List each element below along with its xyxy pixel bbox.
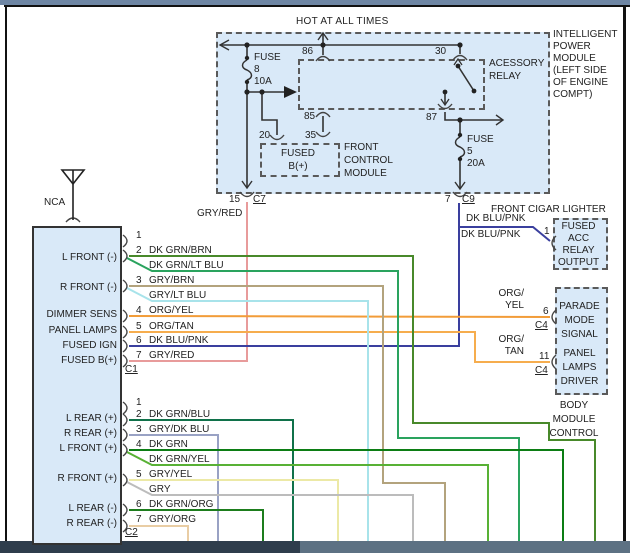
c9-connector-label[interactable]: C9 xyxy=(462,194,475,205)
relay-pin86-label: 86 xyxy=(302,46,313,57)
antenna-label: NCA xyxy=(44,197,65,208)
bcm-c4-label-2[interactable]: C4 xyxy=(535,365,548,376)
fused-b-label: FUSEDB(+) xyxy=(260,147,336,173)
ipm-module-label: INTELLIGENTPOWER MODULE(LEFT SIDE OF ENG… xyxy=(553,29,617,101)
relay-pin87-label: 87 xyxy=(426,112,437,123)
diagram-border-right xyxy=(623,5,626,541)
c2-row: 4DK GRN xyxy=(136,439,188,450)
antenna-base-arc xyxy=(66,218,80,222)
antenna-symbol xyxy=(62,170,84,220)
radio-module-box xyxy=(32,226,122,545)
bcm-pin6-label: 6 xyxy=(543,306,549,317)
c2-row: 2DK GRN/BLU xyxy=(136,409,210,420)
c1-row: 3GRY/BRN xyxy=(136,275,194,286)
h-scrollbar-thumb[interactable] xyxy=(300,541,630,553)
radio-label-r-front-pos: R FRONT (+) xyxy=(32,473,117,484)
fuse5-label-rating: 20A xyxy=(467,158,485,169)
radio-label-r-front-neg: R FRONT (-) xyxy=(32,282,117,293)
c7-pin-label: 15 xyxy=(229,194,240,205)
radio-label-l-rear-neg: L REAR (-) xyxy=(32,503,117,514)
radio-label-dimmer-sens: DIMMER SENS xyxy=(32,309,117,320)
fcm-pin20-label: 20 xyxy=(259,130,270,141)
c9-pin-label: 7 xyxy=(445,194,451,205)
diagram-border-top xyxy=(4,5,630,7)
radio-label-fused-ign: FUSED IGN xyxy=(32,340,117,351)
radio-label-fused-b: FUSED B(+) xyxy=(32,355,117,366)
c2-row: 7GRY/ORG xyxy=(136,514,196,525)
c1-row: 6DK BLU/PNK xyxy=(136,335,208,346)
dk-blu-pnk-label-2: DK BLU/PNK xyxy=(461,229,520,240)
fuse5-label-name: FUSE xyxy=(467,134,494,145)
parade-mode-signal-label: PARADEMODESIGNAL xyxy=(555,300,604,342)
accessory-relay-label-1: ACESSORY xyxy=(489,58,544,69)
c1-row: 2DK GRN/BRN xyxy=(136,245,212,256)
relay-pin30-label: 30 xyxy=(435,46,446,57)
cigar-pin1-label: 1 xyxy=(544,226,550,237)
wiring-diagram-page: HOT AT ALL TIMES INTELLIGENTPOWER MODULE… xyxy=(0,0,630,553)
c1-row: 4ORG/YEL xyxy=(136,305,193,316)
c7-connector-label[interactable]: C7 xyxy=(253,194,266,205)
c2-row: DK GRN/YEL xyxy=(136,454,210,465)
fuse5-label-number: 5 xyxy=(467,146,473,157)
accessory-relay-box xyxy=(298,59,485,110)
c1-row: 5ORG/TAN xyxy=(136,321,194,332)
radio-label-l-front-pos: L FRONT (+) xyxy=(32,443,117,454)
radio-label-panel-lamps: PANEL LAMPS xyxy=(32,325,117,336)
c1-row: 7GRY/RED xyxy=(136,350,194,361)
wire-org-yel xyxy=(129,316,550,317)
fuse8-label-number: 8 xyxy=(254,64,260,75)
c1-row: GRY/LT BLU xyxy=(136,290,206,301)
org-yel-wire-label: ORG/YEL xyxy=(494,288,524,312)
c2-row: 6DK GRN/ORG xyxy=(136,499,213,510)
accessory-relay-label-2: RELAY xyxy=(489,71,521,82)
wire-dk-grn-yel xyxy=(127,452,488,541)
body-module-control-label: BODYMODULECONTROL xyxy=(542,399,606,441)
c2-row: GRY xyxy=(136,484,171,495)
diagram-border-left xyxy=(5,5,7,553)
c1-row: 1 xyxy=(136,230,149,241)
gry-red-wire-label: GRY/RED xyxy=(197,208,237,219)
fuse8-label-rating: 10A xyxy=(254,76,272,87)
radio-label-r-rear-neg: R REAR (-) xyxy=(32,518,117,529)
fuse8-label-name: FUSE xyxy=(254,52,281,63)
c2-row: 1 xyxy=(136,397,149,408)
c2-connector-label[interactable]: C2 xyxy=(125,527,138,538)
relay-pin85-label: 85 xyxy=(304,111,315,122)
panel-lamps-driver-label: PANELLAMPSDRIVER xyxy=(555,347,604,389)
bcm-c4-label-1[interactable]: C4 xyxy=(535,320,548,331)
dk-blu-pnk-label-1: DK BLU/PNK xyxy=(466,213,525,224)
radio-label-l-front-neg: L FRONT (-) xyxy=(32,252,117,263)
front-control-module-label: FRONTCONTROLMODULE xyxy=(344,141,393,180)
fused-acc-relay-output-label: FUSEDACC RELAYOUTPUT xyxy=(553,221,604,269)
hot-at-all-times-label: HOT AT ALL TIMES xyxy=(296,16,389,27)
fcm-pin35-label: 35 xyxy=(305,130,316,141)
org-tan-wire-label: ORG/TAN xyxy=(494,334,524,358)
radio-pin-brackets xyxy=(123,235,127,532)
c2-row: 5GRY/YEL xyxy=(136,469,192,480)
c2-row: 3GRY/DK BLU xyxy=(136,424,209,435)
radio-label-r-rear-pos: R REAR (+) xyxy=(32,428,117,439)
bcm-pin11-label: 11 xyxy=(539,351,549,362)
c1-row: DK GRN/LT BLU xyxy=(136,260,224,271)
radio-label-l-rear-pos: L REAR (+) xyxy=(32,413,117,424)
c1-connector-label[interactable]: C1 xyxy=(125,364,138,375)
